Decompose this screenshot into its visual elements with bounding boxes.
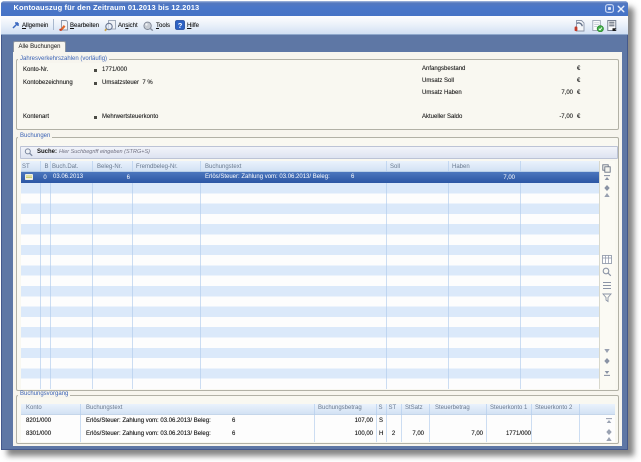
svg-text:?: ?	[178, 21, 183, 30]
